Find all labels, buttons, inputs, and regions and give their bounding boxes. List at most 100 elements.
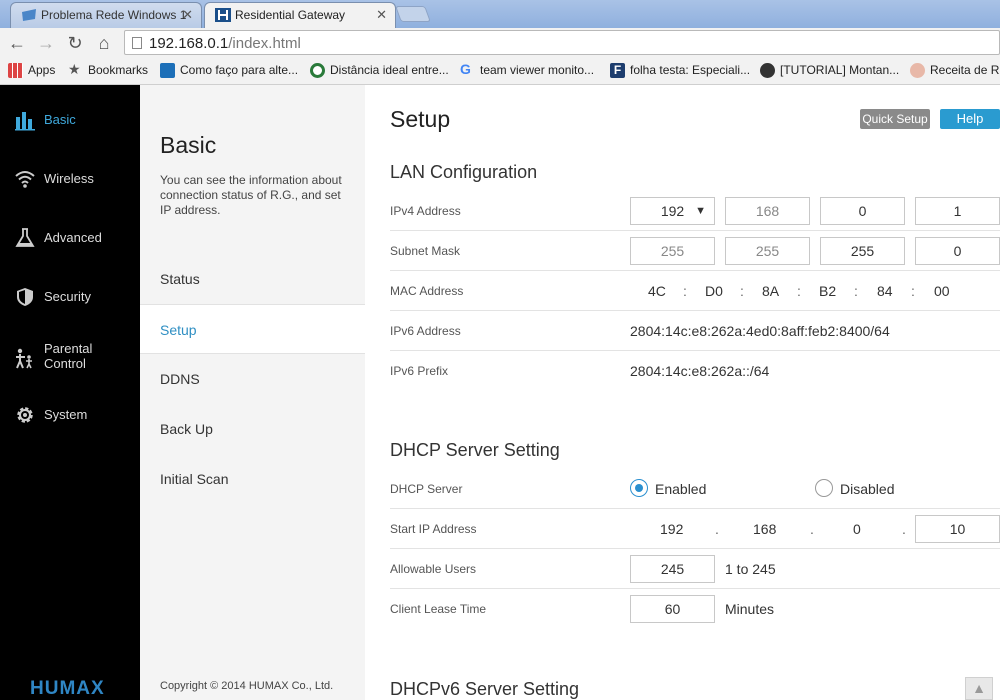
- submenu-item-back-up[interactable]: Back Up: [140, 404, 365, 454]
- folha-icon: F: [610, 63, 625, 78]
- humax-h-icon: [215, 8, 231, 22]
- flask-icon: [15, 228, 35, 247]
- ipv4-octet-4-field[interactable]: 1: [915, 197, 1000, 225]
- page-icon: [132, 37, 142, 49]
- client-lease-time-unit: Minutes: [725, 601, 775, 617]
- ipv4-octet-3-field[interactable]: 0: [820, 197, 905, 225]
- browser-tab-strip: Problema Rede Windows 1 ✕ Residential Ga…: [0, 0, 1000, 28]
- submenu-item-ddns[interactable]: DDNS: [140, 354, 365, 404]
- ipv4-octet-2-field[interactable]: 168: [725, 197, 810, 225]
- bookmark-bookmarks[interactable]: ★ Bookmarks: [68, 61, 149, 77]
- url-path: /index.html: [228, 35, 301, 52]
- close-icon[interactable]: ✕: [376, 7, 387, 23]
- mac-address-row: MAC Address 4C : D0 : 8A : B2 : 84 : 00: [390, 271, 1000, 311]
- bookmark-label: team viewer monito...: [480, 63, 595, 77]
- ip-separator: .: [902, 521, 906, 537]
- start-ip-octet-4-field[interactable]: 10: [915, 515, 1000, 543]
- ipv4-address-label: IPv4 Address: [390, 204, 461, 218]
- net-icon: [160, 63, 175, 78]
- client-lease-time-row: Client Lease Time 60 Minutes: [390, 589, 1000, 629]
- submenu-item-setup[interactable]: Setup: [140, 304, 365, 354]
- subnet-octet-2-field[interactable]: 255: [725, 237, 810, 265]
- windows-icon: [22, 9, 36, 21]
- close-icon[interactable]: ✕: [182, 7, 193, 23]
- mac-byte-4: B2: [819, 283, 837, 299]
- start-ip-row: Start IP Address 192 . 168 . 0 . 10: [390, 509, 1000, 549]
- site-icon: [310, 63, 325, 78]
- submenu-item-status[interactable]: Status: [140, 254, 365, 304]
- ipv4-octet-1-value: 192: [660, 203, 685, 219]
- mac-byte-1: 4C: [648, 283, 666, 299]
- mac-separator: :: [854, 283, 858, 299]
- ipv6-prefix-label: IPv6 Prefix: [390, 364, 449, 378]
- allowable-users-field[interactable]: 245: [630, 555, 715, 583]
- sidebar-item-advanced[interactable]: Advanced: [0, 216, 140, 260]
- client-lease-time-label: Client Lease Time: [390, 602, 487, 616]
- bookmark-distancia[interactable]: Distância ideal entre...: [310, 63, 449, 78]
- sub-navigation: Basic You can see the information about …: [140, 85, 365, 700]
- recipe-icon: [910, 63, 925, 78]
- subnet-octet-3-field[interactable]: 255: [820, 237, 905, 265]
- mac-address-label: MAC Address: [390, 284, 464, 298]
- bookmark-label: Bookmarks: [88, 63, 149, 77]
- page-title: Setup: [390, 106, 451, 132]
- subnet-octet-4-field[interactable]: 0: [915, 237, 1000, 265]
- ipv4-address-row: IPv4 Address 192 ▼ 168 0 1: [390, 191, 1000, 231]
- allowable-users-row: Allowable Users 245 1 to 245: [390, 549, 1000, 589]
- tab-title: Problema Rede Windows 1: [41, 8, 187, 22]
- dhcp-server-heading: DHCP Server Setting: [390, 440, 560, 460]
- mac-separator: :: [911, 283, 915, 299]
- allowable-users-range: 1 to 245: [725, 561, 776, 577]
- setup-panel: Setup Quick Setup Help LAN Configuration…: [365, 85, 1000, 700]
- sidebar-item-system[interactable]: System: [0, 393, 140, 437]
- sidebar-item-security[interactable]: Security: [0, 275, 140, 319]
- ipv6-address-row: IPv6 Address 2804:14c:e8:262a:4ed0:8aff:…: [390, 311, 1000, 351]
- mac-byte-5: 84: [877, 283, 893, 299]
- sidebar-item-wireless[interactable]: Wireless: [0, 157, 140, 201]
- submenu-item-initial-scan[interactable]: Initial Scan: [140, 454, 365, 504]
- address-bar[interactable]: 192.168.0.1/index.html: [124, 30, 1000, 55]
- bookmark-receita[interactable]: Receita de Ris: [910, 63, 1000, 78]
- ip-separator: .: [810, 521, 814, 537]
- bookmark-apps[interactable]: Apps: [8, 63, 55, 78]
- back-arrow-icon[interactable]: ←: [6, 32, 28, 54]
- quick-setup-button[interactable]: Quick Setup: [860, 109, 930, 129]
- forum-icon: [760, 63, 775, 78]
- sidebar-item-label: Security: [44, 289, 91, 304]
- wifi-icon: [15, 171, 35, 188]
- bookmarks-bar: Apps ★ Bookmarks Como faço para alte... …: [0, 58, 1000, 85]
- star-icon: ★: [68, 61, 81, 77]
- bookmark-como-faco[interactable]: Como faço para alte...: [160, 63, 298, 78]
- help-button[interactable]: Help: [940, 109, 1000, 129]
- sidebar-item-basic[interactable]: Basic: [0, 98, 140, 142]
- bookmark-label: [TUTORIAL] Montan...: [780, 63, 900, 77]
- browser-toolbar: ← → ↻ ⌂ 192.168.0.1/index.html: [0, 28, 1000, 58]
- dhcp-enabled-radio[interactable]: [630, 479, 648, 497]
- ipv6-prefix-value: 2804:14c:e8:262a::/64: [630, 363, 770, 379]
- tab-title: Residential Gateway: [235, 8, 346, 22]
- bookmark-team-viewer[interactable]: G team viewer monito...: [460, 61, 595, 77]
- ipv4-octet-1-select[interactable]: 192 ▼: [630, 197, 715, 225]
- scroll-to-top-icon[interactable]: ▲: [965, 677, 993, 700]
- forward-arrow-icon[interactable]: →: [35, 32, 57, 54]
- browser-tab-problema[interactable]: Problema Rede Windows 1 ✕: [10, 2, 202, 28]
- bookmark-folha[interactable]: F folha testa: Especiali...: [610, 63, 750, 78]
- subnet-octet-1-field[interactable]: 255: [630, 237, 715, 265]
- mac-byte-3: 8A: [762, 283, 780, 299]
- client-lease-time-field[interactable]: 60: [630, 595, 715, 623]
- sidebar-item-parental-control[interactable]: Parental Control: [0, 334, 140, 390]
- lan-configuration-heading: LAN Configuration: [390, 162, 538, 182]
- bookmark-tutorial[interactable]: [TUTORIAL] Montan...: [760, 63, 900, 78]
- start-ip-octet-1: 192: [660, 521, 684, 537]
- apps-grid-icon: [8, 63, 23, 78]
- new-tab-button[interactable]: [395, 6, 431, 22]
- dhcp-server-label: DHCP Server: [390, 482, 463, 496]
- url-host: 192.168.0.1: [149, 35, 229, 52]
- reload-icon[interactable]: ↻: [64, 32, 86, 54]
- home-icon[interactable]: ⌂: [93, 32, 115, 54]
- browser-tab-residential-gateway[interactable]: Residential Gateway ✕: [204, 2, 396, 28]
- dhcp-enabled-label: Enabled: [655, 481, 707, 497]
- ip-separator: .: [715, 521, 719, 537]
- dhcp-disabled-radio[interactable]: [815, 479, 833, 497]
- sidebar-item-label: Basic: [44, 112, 76, 127]
